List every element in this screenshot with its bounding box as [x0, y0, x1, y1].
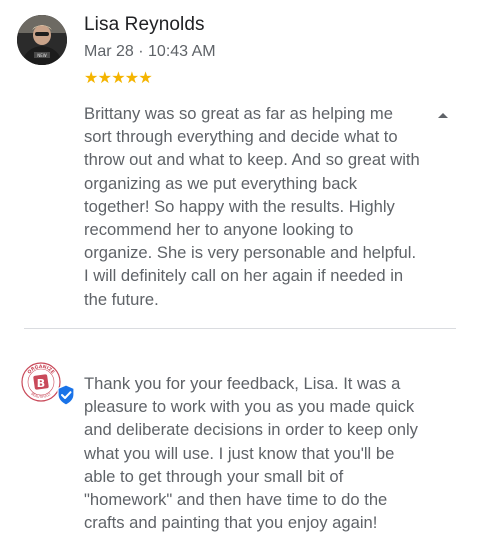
star-icon: ★: [111, 70, 126, 87]
owner-reply-text: Thank you for your feedback, Lisa. It wa…: [84, 374, 418, 533]
star-rating: ★ ★ ★ ★ ★: [84, 70, 153, 88]
svg-text:B: B: [37, 377, 45, 390]
caret-up-icon: [438, 113, 448, 118]
user-photo-avatar-icon: NEW: [17, 15, 67, 65]
star-icon: ★: [124, 70, 140, 87]
divider: [24, 328, 456, 329]
verified-badge-icon: [55, 384, 77, 406]
reviewer-name[interactable]: Lisa Reynolds: [84, 14, 205, 36]
review-date: Mar 28 · 10:43 AM: [84, 43, 216, 60]
svg-text:NEW: NEW: [37, 53, 47, 58]
collapse-review-button[interactable]: [434, 108, 452, 122]
star-icon: ★: [97, 70, 112, 87]
review-text: Brittany was so great as far as helping …: [84, 104, 420, 309]
star-icon: ★: [138, 70, 153, 87]
reviewer-avatar[interactable]: NEW: [17, 15, 67, 65]
star-icon: ★: [84, 70, 99, 87]
